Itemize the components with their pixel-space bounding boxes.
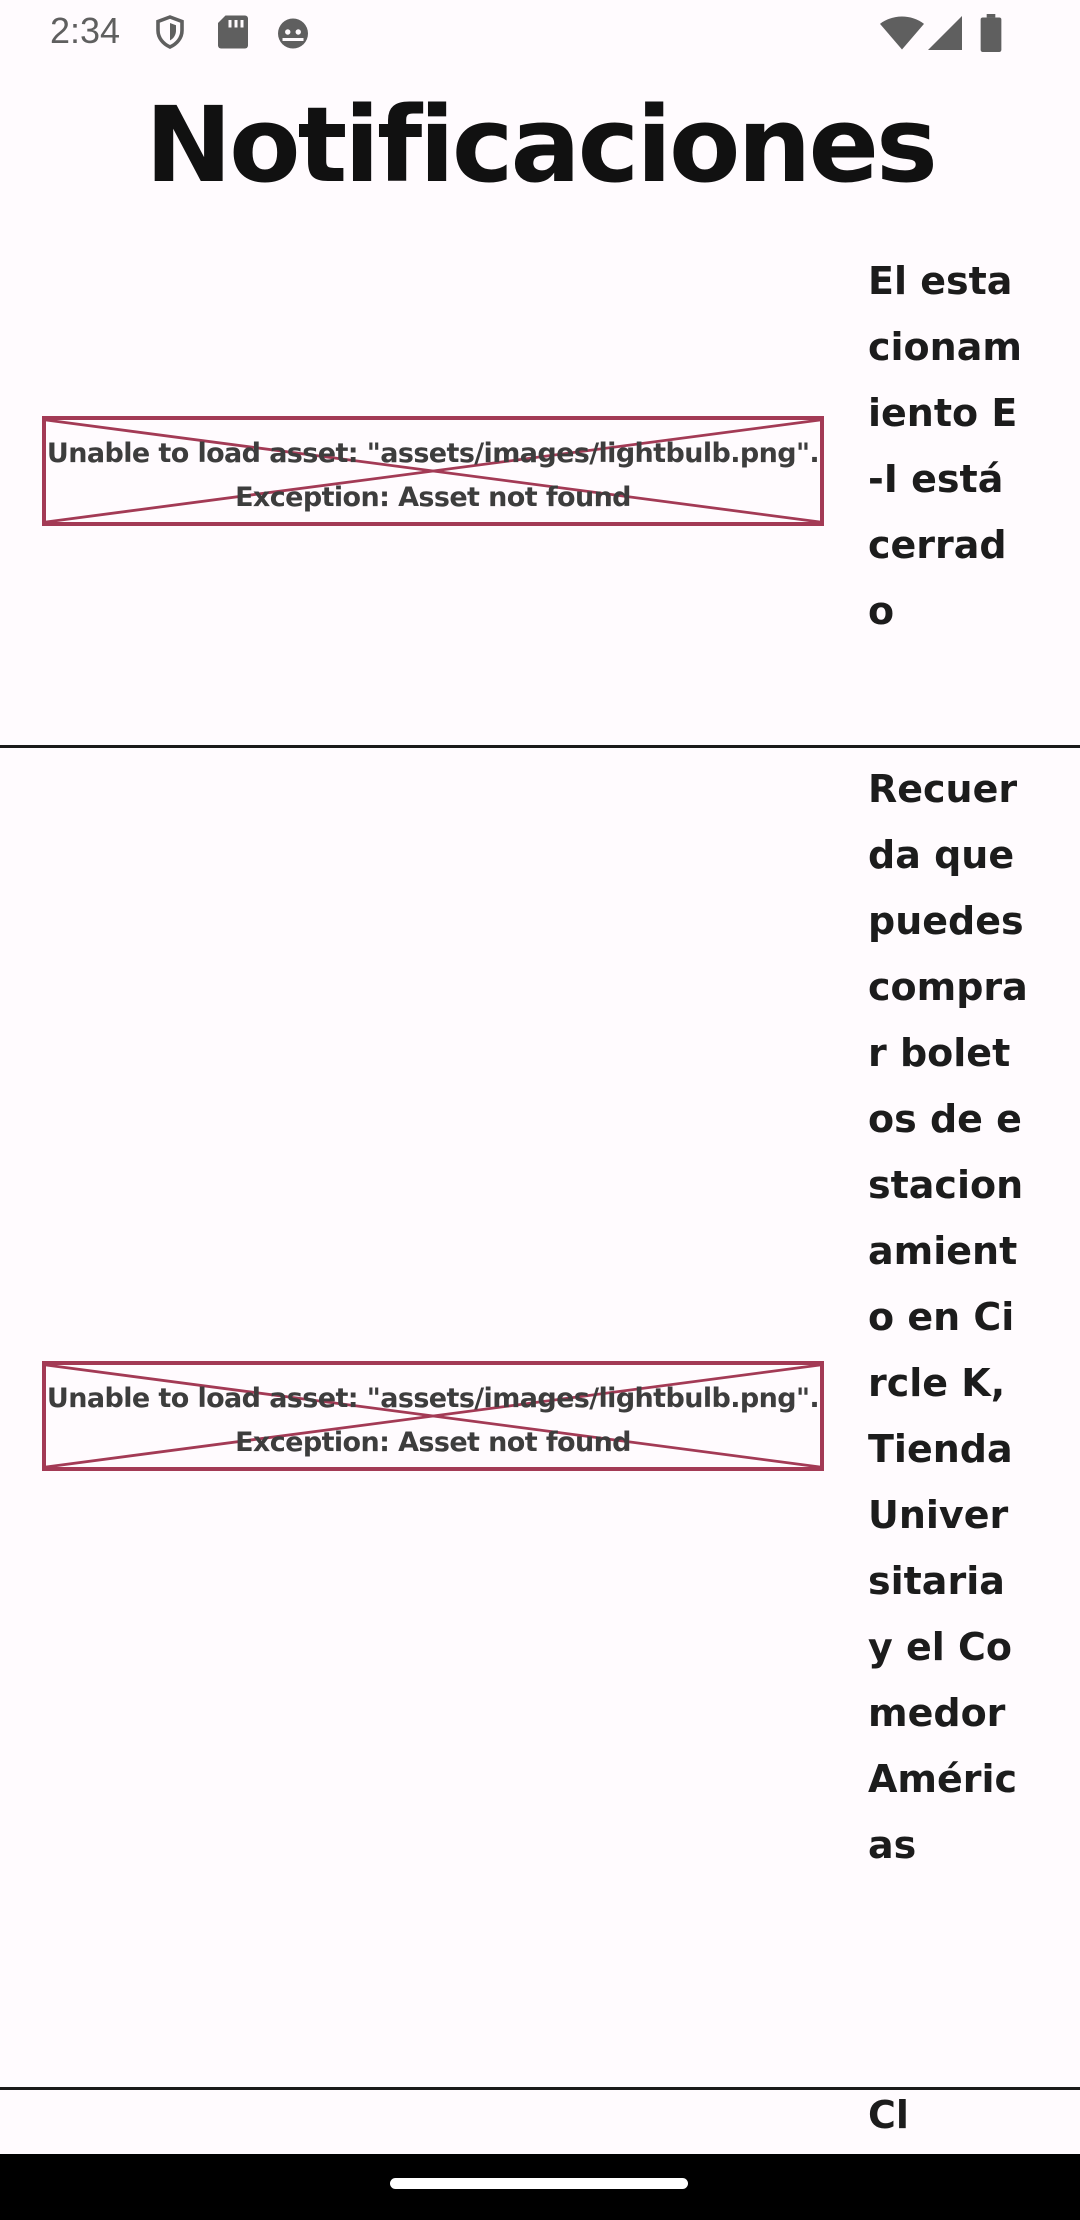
image-load-error: Unable to load asset: "assets/images/lig… (42, 1361, 824, 1471)
shield-icon (152, 14, 188, 50)
image-error-line-1: Unable to load asset: "assets/images/lig… (46, 438, 820, 469)
notification-text: El estacionamiento E-I está cerrado (868, 259, 1022, 633)
notification-text: Cl (868, 2093, 909, 2137)
image-error-line-1: Unable to load asset: "assets/images/lig… (46, 1383, 820, 1414)
status-bar: 2:34 (0, 0, 1080, 64)
notification-text: Recuerda que puedes comprar boletos de e… (868, 767, 1028, 1867)
sd-card-icon (216, 14, 250, 50)
navigation-bar (0, 2154, 1080, 2220)
image-load-error: Unable to load asset: "assets/images/lig… (42, 416, 824, 526)
screen: 2:34 Notificaciones Unable to load asset… (0, 0, 1080, 2220)
image-error-line-2: Exception: Asset not found (235, 482, 631, 513)
cell-signal-icon (928, 16, 962, 50)
wifi-icon (880, 16, 924, 50)
image-error-line-2: Exception: Asset not found (235, 1427, 631, 1458)
notification-item[interactable]: Unable to load asset: "assets/images/lig… (0, 240, 1080, 748)
battery-icon (980, 14, 1002, 52)
notification-item[interactable]: Unable to load asset: "assets/images/lig… (0, 748, 1080, 2090)
home-gesture-handle[interactable] (390, 2178, 688, 2189)
page-title: Notificaciones (145, 84, 938, 206)
image-error-message: Unable to load asset: "assets/images/lig… (46, 1377, 820, 1465)
status-time: 2:34 (50, 10, 121, 51)
android-head-icon (274, 14, 312, 50)
image-error-message: Unable to load asset: "assets/images/lig… (46, 432, 820, 520)
